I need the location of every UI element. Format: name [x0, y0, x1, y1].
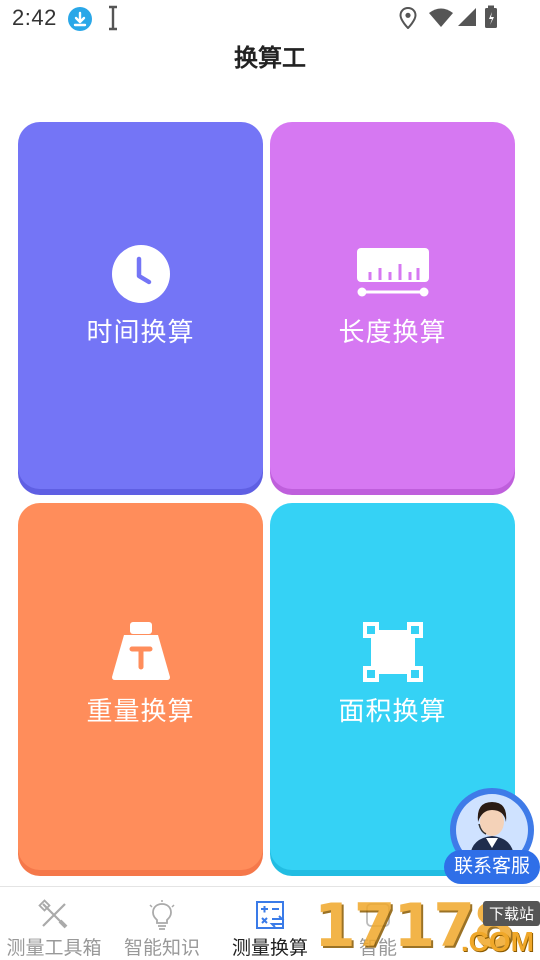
nav-item-conversion[interactable]: 测量换算: [214, 887, 326, 960]
weight-conversion-card[interactable]: 重量换算: [18, 503, 263, 870]
nav-item-tools[interactable]: 测量工具箱: [0, 887, 110, 960]
signal-icon: [457, 7, 477, 27]
time-conversion-card[interactable]: 时间换算: [18, 122, 263, 489]
watermark-suffix: .COM: [460, 926, 534, 957]
weight-icon: [110, 621, 172, 681]
area-icon: [362, 621, 424, 683]
calculator-icon: [254, 899, 286, 931]
battery-icon: [484, 5, 498, 29]
weight-conversion-label: 重量换算: [86, 696, 195, 726]
status-bar: 2:42: [0, 0, 540, 36]
lightbulb-icon: [146, 899, 178, 931]
ruler-icon: [356, 246, 430, 300]
length-conversion-card[interactable]: 长度换算: [270, 122, 515, 489]
nav-label-conversion: 测量换算: [231, 938, 308, 959]
text-cursor-icon: [106, 5, 120, 31]
area-conversion-label: 面积换算: [338, 696, 447, 726]
nav-item-knowledge[interactable]: 智能知识: [106, 887, 218, 960]
length-conversion-label: 长度换算: [338, 317, 447, 347]
clock-icon: [111, 244, 171, 304]
page-title: 换算工: [234, 45, 306, 72]
status-time: 2:42: [12, 5, 57, 30]
watermark-tag: 下载站: [482, 901, 540, 926]
wifi-icon: [428, 8, 454, 28]
site-watermark: 17178 下载站 .COM: [314, 893, 540, 960]
nav-label-knowledge: 智能知识: [123, 938, 200, 959]
time-conversion-label: 时间换算: [86, 317, 195, 347]
contact-customer-service-button[interactable]: 联系客服: [444, 850, 540, 884]
location-icon: [399, 7, 417, 29]
nav-label-tools: 测量工具箱: [6, 938, 102, 959]
tools-icon: [38, 899, 70, 931]
download-icon: [68, 7, 92, 31]
